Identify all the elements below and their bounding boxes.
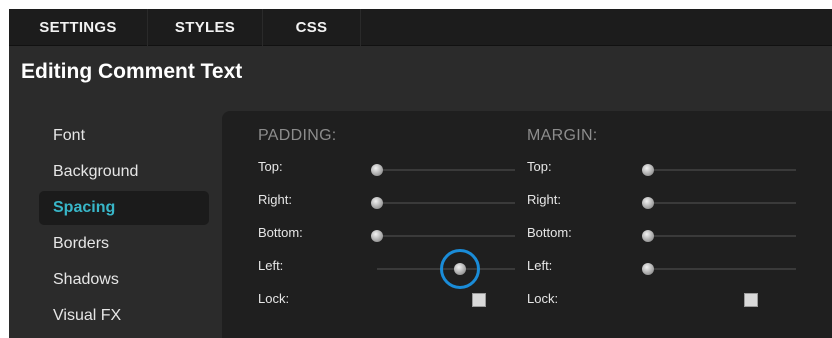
margin-bottom-track[interactable] — [648, 235, 796, 237]
top-tab-bar: SETTINGS STYLES CSS — [9, 9, 832, 46]
margin-right-track[interactable] — [648, 202, 796, 204]
margin-right-slider[interactable] — [642, 197, 654, 209]
margin-top-track[interactable] — [648, 169, 796, 171]
padding-right-label: Right: — [258, 192, 292, 207]
margin-left-track[interactable] — [648, 268, 796, 270]
padding-lock-label: Lock: — [258, 291, 290, 306]
padding-bottom-slider[interactable] — [371, 230, 383, 242]
padding-left-track[interactable] — [377, 268, 515, 270]
sidebar-item-shadows[interactable]: Shadows — [39, 263, 209, 297]
margin-left-slider[interactable] — [642, 263, 654, 275]
padding-bottom-label: Bottom: — [258, 225, 303, 240]
margin-lock-label: Lock: — [527, 291, 559, 306]
tab-styles[interactable]: STYLES — [148, 9, 263, 46]
padding-top-slider[interactable] — [371, 164, 383, 176]
sidebar-item-background[interactable]: Background — [39, 155, 209, 189]
sidebar-item-font[interactable]: Font — [39, 119, 209, 153]
padding-lock-checkbox[interactable] — [472, 293, 486, 307]
margin-left-label: Left: — [527, 258, 553, 273]
margin-lock-checkbox[interactable] — [744, 293, 758, 307]
margin-heading: MARGIN: — [527, 127, 598, 144]
padding-left-label: Left: — [258, 258, 284, 273]
tab-css[interactable]: CSS — [263, 9, 361, 46]
padding-right-track[interactable] — [377, 202, 515, 204]
padding-right-slider[interactable] — [371, 197, 383, 209]
padding-top-track[interactable] — [377, 169, 515, 171]
sidebar-item-borders[interactable]: Borders — [39, 227, 209, 261]
spacing-panel: PADDING: Top: Right: Bottom: Left: Lock:… — [222, 111, 832, 338]
margin-bottom-slider[interactable] — [642, 230, 654, 242]
padding-bottom-track[interactable] — [377, 235, 515, 237]
padding-left-slider[interactable] — [453, 263, 466, 275]
margin-top-slider[interactable] — [642, 164, 654, 176]
margin-right-label: Right: — [527, 192, 561, 207]
sidebar-item-spacing[interactable]: Spacing — [39, 191, 209, 225]
editor-window: SETTINGS STYLES CSS Editing Comment Text… — [9, 9, 832, 338]
margin-bottom-label: Bottom: — [527, 225, 572, 240]
margin-top-label: Top: — [527, 159, 552, 174]
page-title: Editing Comment Text — [21, 60, 243, 83]
sidebar-item-visual-fx[interactable]: Visual FX — [39, 299, 209, 333]
padding-heading: PADDING: — [258, 127, 337, 144]
padding-top-label: Top: — [258, 159, 283, 174]
tab-settings[interactable]: SETTINGS — [9, 9, 148, 46]
